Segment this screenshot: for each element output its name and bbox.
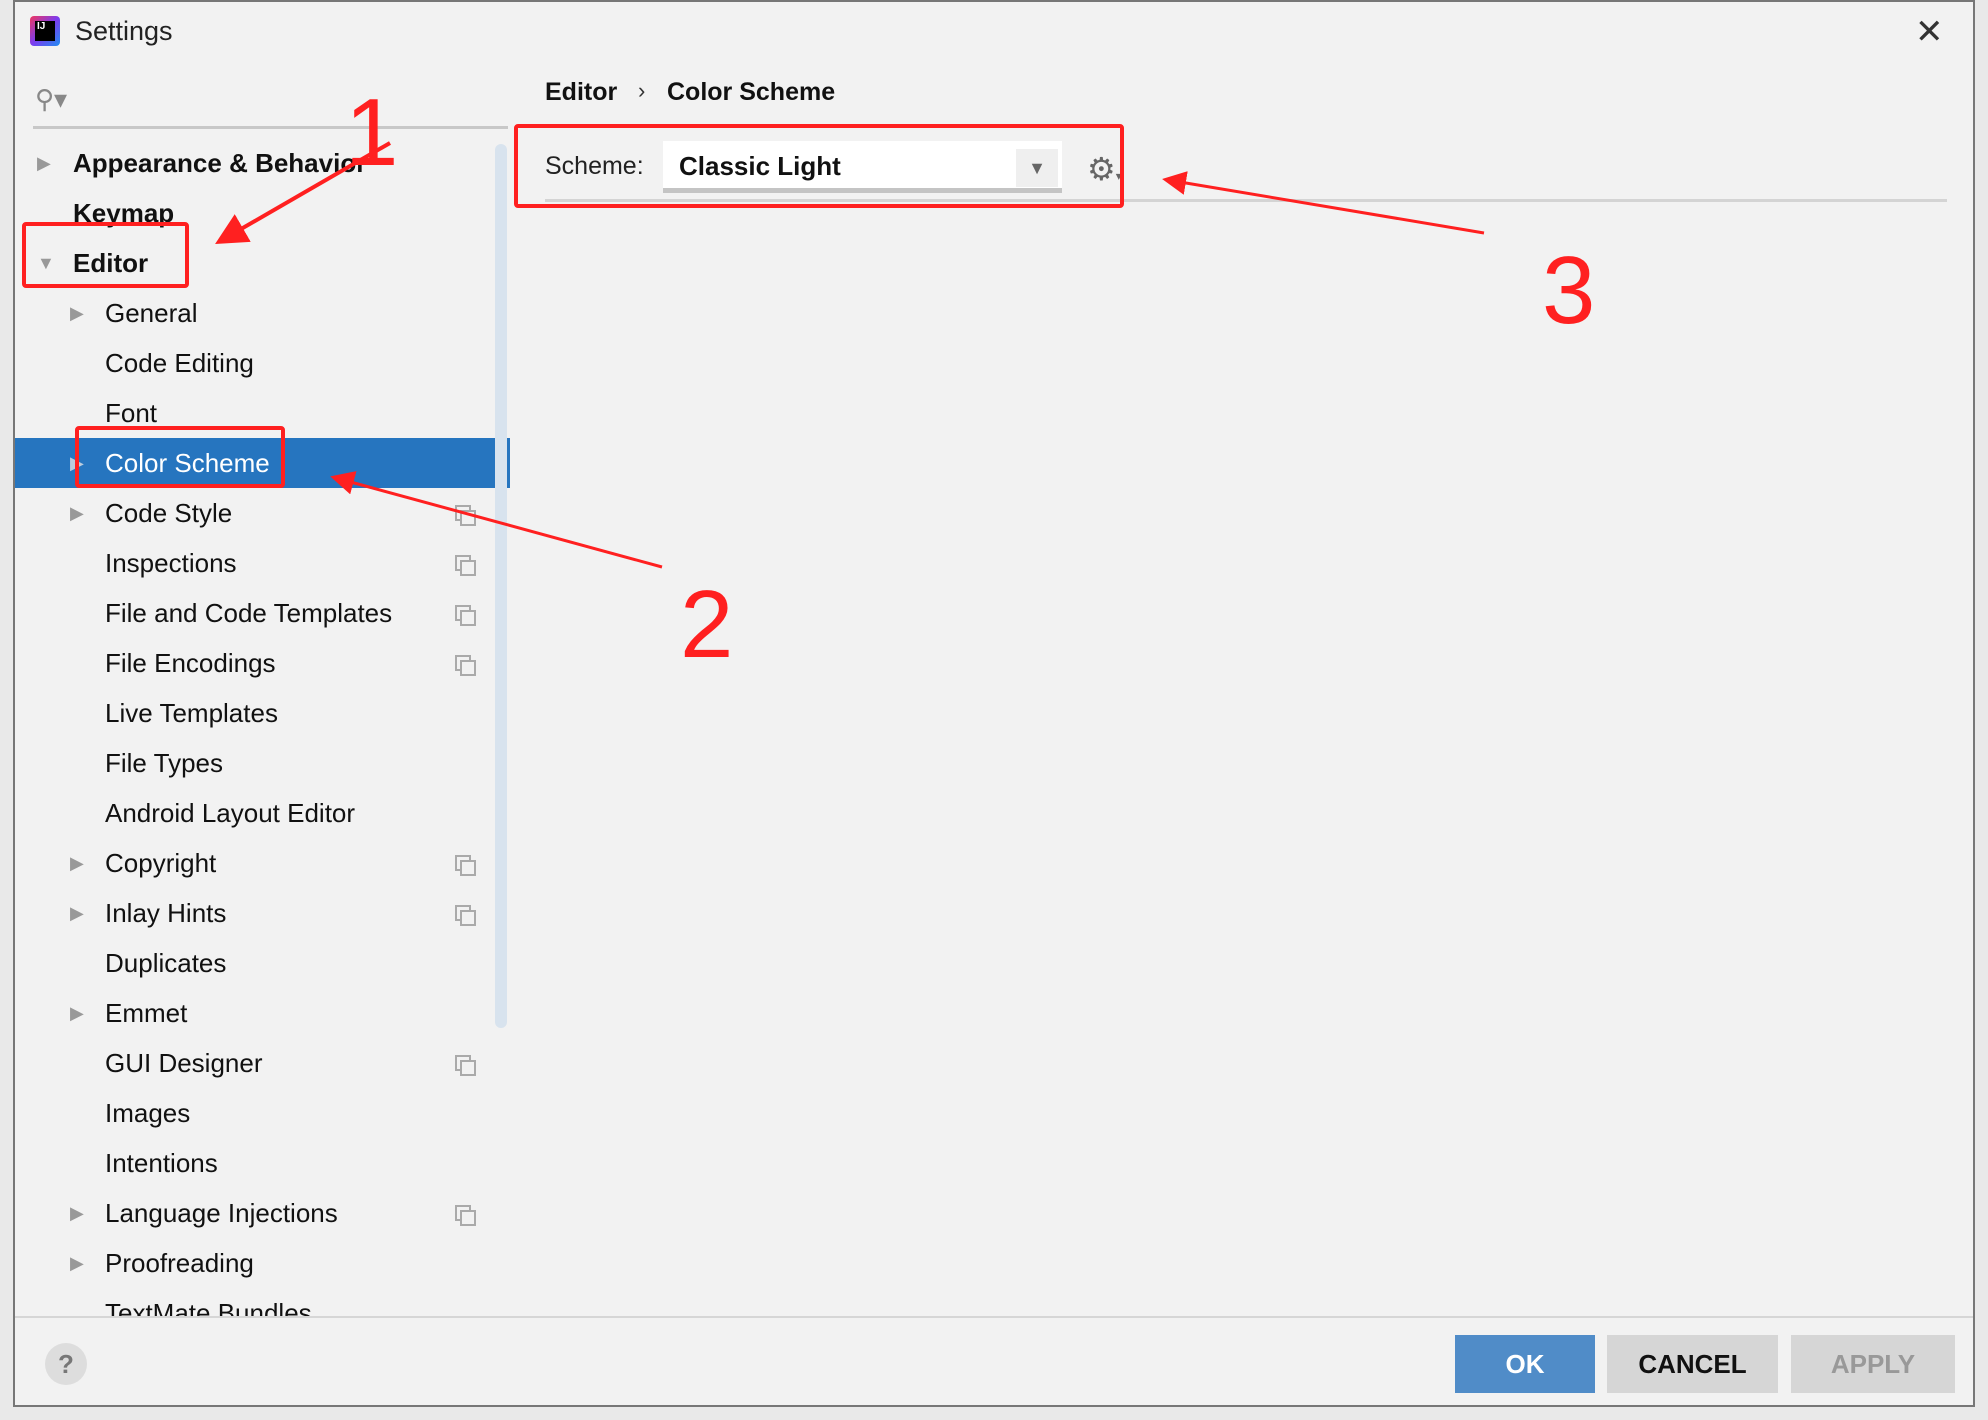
annotation-arrow-1 — [215, 141, 392, 245]
annotation-arrows — [215, 141, 1485, 569]
annotation-arrow-2 — [330, 471, 663, 569]
annotation-arrow-3 — [1162, 171, 1485, 235]
